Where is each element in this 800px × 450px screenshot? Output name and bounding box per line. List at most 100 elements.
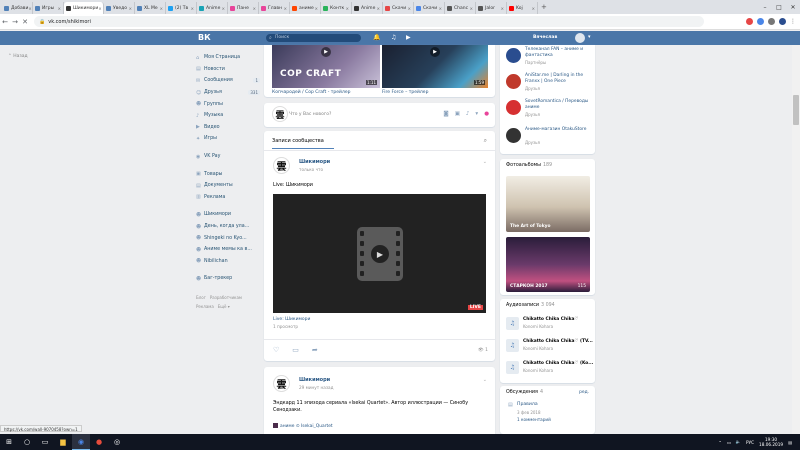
footer-link[interactable]: Разработчикам xyxy=(210,295,242,300)
sidebar-item[interactable]: ⌂ Моя Страница xyxy=(196,52,262,64)
browser-tab[interactable]: Добави × xyxy=(2,2,33,14)
browser-tab[interactable]: Шикимори × xyxy=(64,2,104,14)
chevron-down-icon[interactable]: ⌄ xyxy=(483,159,487,165)
notifications-icon[interactable]: ▤ xyxy=(788,440,792,445)
browser-tab[interactable]: XL Ме × xyxy=(135,2,166,14)
close-tab-icon[interactable]: × xyxy=(315,6,318,11)
sidebar-item[interactable]: ◉ VK Pay xyxy=(196,151,262,163)
language-indicator[interactable]: РУС xyxy=(746,440,754,445)
edit-link[interactable]: ред. xyxy=(579,390,589,395)
maximize-icon[interactable]: □ xyxy=(772,0,786,14)
volume-icon[interactable]: 🔈 xyxy=(736,439,741,445)
comment-icon[interactable]: ▭ xyxy=(292,346,299,354)
page-scrollbar[interactable] xyxy=(792,45,800,434)
close-tab-icon[interactable]: × xyxy=(253,6,256,11)
tab-community-posts[interactable]: Записи сообщества xyxy=(272,138,324,144)
browser-tab[interactable]: Koj × xyxy=(507,2,538,14)
close-tab-icon[interactable]: × xyxy=(98,6,101,11)
windows-start-icon[interactable]: ⊞ xyxy=(0,434,18,450)
chrome-icon[interactable]: ◉ xyxy=(72,434,90,450)
browser-tab[interactable]: Anime × xyxy=(197,2,228,14)
task-view-icon[interactable]: ▭ xyxy=(36,434,54,450)
clock[interactable]: 19:30 18.06.2019 xyxy=(759,437,783,447)
sidebar-item[interactable]: ▶ Видео xyxy=(196,122,262,134)
close-tab-icon[interactable]: × xyxy=(377,6,380,11)
footer-link[interactable]: Ещё ▾ xyxy=(218,304,230,309)
music-player-icon[interactable]: ♫ xyxy=(391,34,396,41)
notifications-icon[interactable]: 🔔 xyxy=(373,34,380,41)
chevron-up-icon[interactable]: ⌃ xyxy=(718,440,722,445)
sidebar-item[interactable]: ▤ Документы xyxy=(196,180,262,192)
file-explorer-icon[interactable]: ▆ xyxy=(54,434,72,450)
video-title[interactable]: Копчародей / Cop Craft - трейлер xyxy=(272,90,350,95)
close-tab-icon[interactable]: × xyxy=(284,6,287,11)
post-author[interactable]: Шикимори xyxy=(299,159,330,165)
play-icon[interactable]: ▶ xyxy=(430,47,440,57)
sidebar-item[interactable]: ☻ День, когда ула... xyxy=(196,221,262,233)
search-input[interactable]: ⌕ Поиск xyxy=(266,34,361,42)
music-note-icon[interactable]: ♫ xyxy=(506,317,519,330)
sidebar-item[interactable]: ☻ Аниме мемы ка в... xyxy=(196,244,262,256)
sidebar-item[interactable]: ♪ Музыка xyxy=(196,110,262,122)
avatar[interactable] xyxy=(506,128,521,143)
footer-link[interactable]: Блог xyxy=(196,295,206,300)
extension-icon[interactable] xyxy=(757,18,764,25)
chevron-down-icon[interactable]: ⌄ xyxy=(483,377,487,383)
video-title[interactable]: Live: Шикимори xyxy=(273,317,310,322)
obs-icon[interactable]: ◎ xyxy=(108,434,126,450)
extension-icon[interactable] xyxy=(746,18,753,25)
browser-tab[interactable]: Контк × xyxy=(321,2,352,14)
avatar[interactable]: 雲 xyxy=(273,157,290,174)
photo-albums-heading[interactable]: Фотоальбомы 189 xyxy=(506,163,552,168)
close-tab-icon[interactable]: × xyxy=(58,6,61,11)
sidebar-item[interactable]: ☻ Nibilichan xyxy=(196,256,262,268)
close-tab-icon[interactable]: × xyxy=(532,6,535,11)
chevron-down-icon[interactable]: ▾ xyxy=(588,34,591,40)
track-artist[interactable]: Konomi Kohara xyxy=(523,324,553,329)
sidebar-item[interactable]: ☻ Баг-трекер xyxy=(196,273,262,285)
close-tab-icon[interactable]: × xyxy=(439,6,442,11)
video-thumbnail[interactable]: ▶ COP CRAFT 1:11 xyxy=(272,45,380,88)
close-tab-icon[interactable]: × xyxy=(470,6,473,11)
more-icon[interactable]: ▾ xyxy=(475,111,478,117)
music-note-icon[interactable]: ♫ xyxy=(506,339,519,352)
back-icon[interactable]: ← xyxy=(0,18,10,26)
forward-icon[interactable]: → xyxy=(10,18,20,26)
close-tab-icon[interactable]: × xyxy=(501,6,504,11)
close-tab-icon[interactable]: × xyxy=(346,6,349,11)
close-tab-icon[interactable]: × xyxy=(408,6,411,11)
stop-icon[interactable]: ✕ xyxy=(20,18,30,26)
link-name[interactable]: Телеканал FAN – аниме и фантастика xyxy=(525,47,593,59)
emoji-icon[interactable]: ● xyxy=(484,111,489,117)
sidebar-item[interactable]: ▥ Реклама xyxy=(196,192,262,204)
avatar[interactable] xyxy=(506,100,521,115)
sidebar-item[interactable]: ▣ Товары xyxy=(196,168,262,180)
sidebar-item[interactable]: ✉ Сообщения 1 xyxy=(196,75,262,87)
sidebar-item[interactable]: ▤ Новости xyxy=(196,64,262,76)
search-icon[interactable]: ⌕ xyxy=(484,137,487,145)
link-name[interactable]: SovetRomantica / Переводы аниме xyxy=(525,99,593,111)
back-link[interactable]: ⌃ Назад xyxy=(8,54,28,59)
network-icon[interactable]: ▭ xyxy=(727,440,731,445)
url-input[interactable]: 🔒 vk.com/shikimori xyxy=(34,16,704,27)
music-icon[interactable]: ♪ xyxy=(466,111,470,117)
search-icon[interactable]: ○ xyxy=(18,434,36,450)
browser-tab[interactable]: Jalor × xyxy=(476,2,507,14)
extension-icon[interactable] xyxy=(768,18,775,25)
user-name[interactable]: Вячеслав xyxy=(533,35,557,40)
video-title[interactable]: Fire Force – трейлер xyxy=(382,90,428,95)
sidebar-item[interactable]: ☻ Группы xyxy=(196,98,262,110)
link-name[interactable]: AniStar.me | Darling in the Franxx | One… xyxy=(525,73,593,85)
close-window-icon[interactable]: ✕ xyxy=(786,0,800,14)
sidebar-item[interactable]: ☻ Шикимори xyxy=(196,209,262,221)
minimize-icon[interactable]: – xyxy=(758,0,772,14)
avatar[interactable] xyxy=(506,74,521,89)
post-author[interactable]: Шикимори xyxy=(299,377,330,383)
browser-tab[interactable]: Chanc × xyxy=(445,2,476,14)
play-icon[interactable]: ▶ xyxy=(371,245,389,263)
like-icon[interactable]: ♡ xyxy=(273,346,279,354)
post-time[interactable]: только что xyxy=(299,167,323,172)
play-icon[interactable]: ▶ xyxy=(406,34,411,41)
menu-icon[interactable]: ⋮ xyxy=(790,18,796,25)
discussions-heading[interactable]: Обсуждения 4 xyxy=(506,390,543,395)
